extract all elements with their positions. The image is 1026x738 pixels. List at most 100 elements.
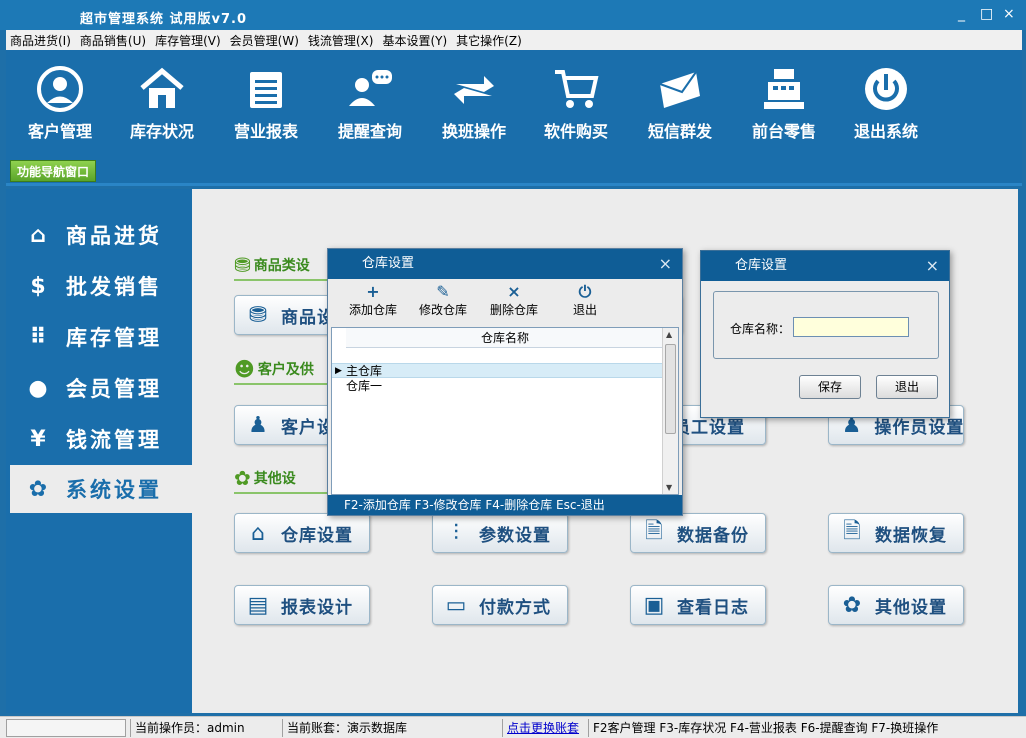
customer-icon: ♟ <box>248 412 268 438</box>
menu-goods-in[interactable]: 商品进货(I) <box>6 32 76 49</box>
main-toolbar: 客户管理 库存状况 营业报表 提醒查询 换班操作 软件购买 短信群发 前台零售 … <box>6 50 1022 155</box>
warehouse-icon: ⌂ <box>251 520 265 546</box>
house-icon <box>140 67 184 108</box>
toolbar-sms-button[interactable]: 短信群发 <box>632 66 728 142</box>
envelope-icon <box>659 71 700 108</box>
grid-scrollbar[interactable]: ▲ ▼ <box>662 328 678 494</box>
table-row[interactable]: ▶ 主仓库 <box>332 363 664 378</box>
view-log-button[interactable]: ▣ 查看日志 <box>630 585 766 625</box>
grid-column-header[interactable]: 仓库名称 <box>346 328 664 348</box>
table-row[interactable]: 仓库一 <box>332 379 664 394</box>
title-bar: 超市管理系统 试用版v7.0 _ □ × <box>0 0 1026 30</box>
report-design-button[interactable]: ▤ 报表设计 <box>234 585 370 625</box>
scroll-thumb[interactable] <box>665 344 676 434</box>
save-button[interactable]: 保存 <box>799 375 861 399</box>
dialog-close-icon[interactable]: × <box>926 251 939 281</box>
menu-goods-sale[interactable]: 商品销售(U) <box>76 32 151 49</box>
toolbar-report-button[interactable]: 营业报表 <box>218 66 314 142</box>
toolbar-exit-button[interactable]: 退出系统 <box>838 66 934 142</box>
menu-basic-settings[interactable]: 基本设置(Y) <box>378 32 452 49</box>
dialog-close-icon[interactable]: × <box>659 249 672 279</box>
warehouse-list-dialog: 仓库设置 × + 添加仓库 ✎ 修改仓库 × 删除仓库 ⏻ 退出 仓库名称 ▶ … <box>327 248 683 516</box>
menu-bar: 商品进货(I) 商品销售(U) 库存管理(V) 会员管理(W) 钱流管理(X) … <box>6 30 1022 50</box>
section-other-settings: ✿ 其他设 <box>234 464 330 494</box>
warehouse-settings-button[interactable]: ⌂ 仓库设置 <box>234 513 370 553</box>
toolbar-purchase-button[interactable]: 软件购买 <box>528 66 624 142</box>
user-circle-icon <box>37 66 83 112</box>
menu-member[interactable]: 会员管理(W) <box>226 32 304 49</box>
status-shortcuts: F2客户管理 F3-库存状况 F4-营业报表 F6-提醒查询 F7-换班操作 <box>588 719 1020 737</box>
section-customer-supplier: ☻ 客户及供 <box>234 355 330 385</box>
person-icon: ● <box>28 375 48 401</box>
sidebar-item-wholesale[interactable]: $ 批发销售 <box>10 262 192 310</box>
report-list-icon <box>250 72 282 108</box>
power-icon <box>865 68 907 110</box>
grid-icon: ⠿ <box>29 324 47 350</box>
exit-dialog-button[interactable]: ⏻ 退出 <box>554 283 616 318</box>
menu-other-ops[interactable]: 其它操作(Z) <box>452 32 527 49</box>
toolbar-retail-button[interactable]: 前台零售 <box>736 66 832 142</box>
sidebar-item-purchase[interactable]: ⌂ 商品进货 <box>10 211 192 259</box>
sidebar-item-cashflow[interactable]: ¥ 钱流管理 <box>10 415 192 463</box>
sidebar-item-label: 批发销售 <box>66 275 162 299</box>
toolbar-stock-button[interactable]: 库存状况 <box>114 66 210 142</box>
data-backup-button[interactable]: 🗎 数据备份 <box>630 513 766 553</box>
warehouse-name-label: 仓库名称： <box>730 322 791 336</box>
chat-user-icon <box>349 70 392 106</box>
add-warehouse-button[interactable]: + 添加仓库 <box>342 283 404 318</box>
warehouse-edit-dialog: 仓库设置 × 仓库名称： 保存 退出 <box>700 250 950 418</box>
dialog-title: 仓库设置 <box>735 258 788 273</box>
sidebar-item-member[interactable]: ● 会员管理 <box>10 364 192 412</box>
sliders-icon: ⫶ <box>453 520 459 546</box>
warehouse-grid[interactable]: 仓库名称 ▶ 主仓库 仓库一 ▲ ▼ <box>331 327 679 495</box>
scroll-down-icon[interactable]: ▼ <box>666 483 672 492</box>
maximize-button[interactable]: □ <box>980 6 993 22</box>
tab-function-navigation[interactable]: 功能导航窗口 <box>10 160 97 182</box>
menu-inventory[interactable]: 库存管理(V) <box>151 32 226 49</box>
other-settings-button[interactable]: ✿ 其他设置 <box>828 585 964 625</box>
cash-register-icon <box>764 69 804 109</box>
window-title: 超市管理系统 试用版v7.0 <box>80 12 248 27</box>
section-goods-settings: ⛃ 商品类设 <box>234 251 330 281</box>
close-button[interactable]: × <box>1003 6 1015 22</box>
status-blank-cell <box>6 719 126 737</box>
toolbar-customer-button[interactable]: 客户管理 <box>12 66 108 142</box>
edit-warehouse-button[interactable]: ✎ 修改仓库 <box>412 283 474 318</box>
sidebar-item-label: 系统设置 <box>66 478 162 502</box>
dialog-title-bar: 仓库设置 × <box>701 251 949 281</box>
tab-strip: 功能导航窗口 <box>6 155 1022 186</box>
toolbar-reminder-button[interactable]: 提醒查询 <box>322 66 418 142</box>
minimize-button[interactable]: _ <box>958 6 965 22</box>
delete-warehouse-button[interactable]: × 删除仓库 <box>483 283 545 318</box>
report-design-icon: ▤ <box>247 592 269 618</box>
pencil-icon: ✎ <box>436 282 450 301</box>
gear-icon: ✿ <box>28 476 48 502</box>
plus-icon: + <box>366 282 380 301</box>
invoice-icon: $ <box>30 273 46 299</box>
parameter-settings-button[interactable]: ⫶ 参数设置 <box>432 513 568 553</box>
lock-bag-icon: ⛃ <box>234 253 251 277</box>
row-indicator-icon: ▶ <box>335 366 342 376</box>
users-icon: ☻ <box>234 357 255 381</box>
yen-icon: ¥ <box>30 426 46 452</box>
shopping-cart-icon <box>555 70 599 108</box>
dialog-title: 仓库设置 <box>362 256 415 271</box>
sidebar-item-label: 钱流管理 <box>66 428 162 452</box>
power-icon: ⏻ <box>578 282 592 301</box>
sidebar-item-system-settings[interactable]: ✿ 系统设置 <box>10 465 192 513</box>
sidebar-item-inventory[interactable]: ⠿ 库存管理 <box>10 313 192 361</box>
toolbar-shift-button[interactable]: 换班操作 <box>426 66 522 142</box>
sidebar-item-label: 商品进货 <box>66 224 162 248</box>
data-restore-button[interactable]: 🗎 数据恢复 <box>828 513 964 553</box>
swap-arrows-icon <box>454 76 494 104</box>
basket-icon: ⌂ <box>30 222 46 248</box>
card-icon: ▭ <box>445 592 467 618</box>
scroll-up-icon[interactable]: ▲ <box>666 330 672 339</box>
menu-cashflow[interactable]: 钱流管理(X) <box>304 32 379 49</box>
exit-button[interactable]: 退出 <box>876 375 938 399</box>
switch-account-link[interactable]: 点击更换账套 <box>502 719 586 737</box>
sidebar-item-label: 库存管理 <box>66 326 162 350</box>
payment-method-button[interactable]: ▭ 付款方式 <box>432 585 568 625</box>
warehouse-name-input[interactable] <box>793 317 909 337</box>
dialog-shortcut-hint: F2-添加仓库 F3-修改仓库 F4-删除仓库 Esc-退出 <box>328 495 682 515</box>
